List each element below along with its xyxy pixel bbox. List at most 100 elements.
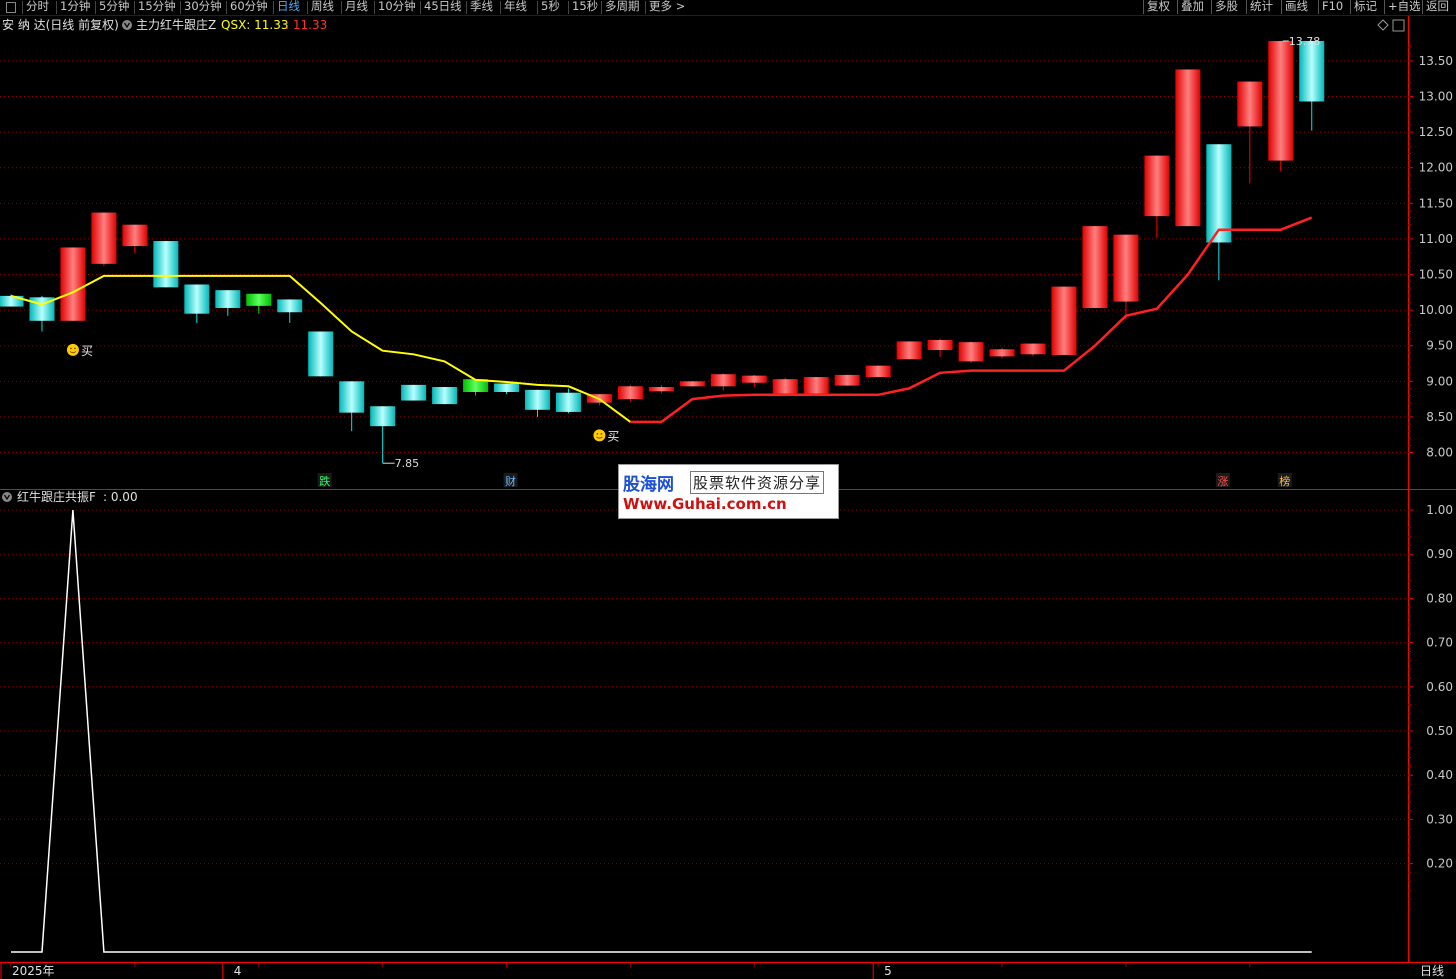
- candle-body: [524, 389, 550, 410]
- candle-21: [648, 384, 674, 394]
- event-marker: 榜: [1279, 474, 1290, 488]
- smiley-eye: [600, 432, 603, 435]
- candle-4: [122, 224, 148, 254]
- candle-39: [1206, 144, 1232, 281]
- smiley-icon: [593, 429, 606, 442]
- candle-35: [1082, 226, 1108, 308]
- sub-indicator-value: : 0.00: [103, 490, 138, 504]
- candle-body: [741, 375, 767, 383]
- candle-body: [122, 224, 148, 247]
- candle-37: [1144, 155, 1170, 238]
- candle-body: [1113, 234, 1139, 302]
- candle-body: [989, 349, 1015, 357]
- candle-32: [989, 347, 1015, 359]
- x-axis-label: 5: [884, 964, 892, 978]
- main-y-tick-label: 13.00: [1419, 90, 1453, 104]
- candle-7: [215, 290, 241, 316]
- candle-22: [679, 381, 705, 387]
- smiley-eye: [596, 432, 599, 435]
- candle-17: [524, 389, 550, 417]
- candle-40: [1237, 81, 1263, 184]
- indicator-qsx-value-red: : 11.33: [285, 18, 327, 32]
- indicator-name: 主力红牛跟庄Z: [136, 17, 216, 32]
- candle-41: [1268, 40, 1294, 172]
- candle-3: [91, 212, 117, 266]
- candle-body: [710, 374, 736, 387]
- watermark-logo-text: 股海网: [623, 475, 674, 495]
- sub-y-tick-label: 0.70: [1426, 636, 1453, 650]
- smiley-icon: [66, 343, 79, 356]
- main-y-tick-label: 8.00: [1426, 446, 1453, 460]
- candle-28: [865, 365, 891, 378]
- candle-42: [1299, 40, 1325, 131]
- main-y-tick-label: 12.00: [1419, 161, 1453, 175]
- candle-body: [1299, 40, 1325, 102]
- candle-body: [1082, 226, 1108, 308]
- stock-title: 安 纳 达(日线 前复权): [2, 17, 119, 32]
- candle-14: [432, 387, 458, 405]
- candle-body: [215, 290, 241, 308]
- candle-body: [1020, 343, 1046, 355]
- candle-body: [432, 387, 458, 405]
- candle-15: [463, 379, 489, 396]
- candle-11: [339, 381, 365, 432]
- main-y-tick-label: 12.50: [1419, 125, 1453, 139]
- candle-10: [308, 331, 334, 377]
- candle-18: [555, 388, 581, 414]
- candle-body: [865, 365, 891, 378]
- candle-27: [834, 374, 860, 386]
- candle-body: [927, 340, 953, 350]
- candle-34: [1051, 286, 1077, 355]
- candle-body: [648, 387, 674, 392]
- candle-body: [1206, 144, 1232, 243]
- sub-y-tick-label: 0.90: [1426, 547, 1453, 561]
- candle-13: [401, 384, 427, 401]
- candle-body: [958, 342, 984, 362]
- main-y-tick-label: 9.00: [1426, 374, 1453, 388]
- event-marker: 涨: [1217, 475, 1228, 488]
- candle-body: [339, 381, 365, 413]
- smiley-eye: [74, 347, 76, 350]
- main-y-tick-label: 10.00: [1419, 303, 1453, 317]
- candle-33: [1020, 343, 1046, 357]
- sub-y-tick-label: 0.60: [1426, 680, 1453, 694]
- watermark-url: Www.Guhai.com.cn: [623, 495, 787, 513]
- candle-12: [370, 406, 396, 464]
- main-y-tick-label: 11.00: [1419, 232, 1453, 246]
- maximize-icon: [1392, 19, 1405, 32]
- smiley-eye: [70, 347, 72, 350]
- sub-y-tick-label: 0.40: [1426, 768, 1453, 782]
- candle-9: [277, 299, 303, 323]
- candle-38: [1175, 69, 1201, 227]
- x-axis-label: 2025年: [12, 964, 55, 978]
- candle-25: [772, 377, 798, 396]
- max-price-label: 13.78: [1289, 35, 1321, 48]
- candle-body: [896, 341, 922, 360]
- main-y-tick-label: 8.50: [1426, 410, 1453, 424]
- candle-body: [679, 381, 705, 387]
- sub-y-tick-label: 0.80: [1426, 591, 1453, 605]
- buy-signal-label: 买: [81, 344, 93, 358]
- watermark-tagline: 股票软件资源分享: [690, 471, 825, 494]
- buy-signal-label: 买: [607, 429, 619, 443]
- qsx-line-red: [630, 216, 1313, 424]
- min-price-label: 7.85: [395, 457, 420, 470]
- sub-indicator-dropdown-icon: [2, 492, 12, 502]
- candle-8: [246, 293, 272, 314]
- candle-29: [896, 341, 922, 360]
- sub-y-tick-label: 0.30: [1426, 812, 1453, 826]
- candle-31: [958, 341, 984, 363]
- candle-body: [555, 392, 581, 412]
- main-y-tick-label: 9.50: [1426, 339, 1453, 353]
- x-axis-label: 4: [234, 964, 242, 978]
- candle-body: [277, 299, 303, 313]
- candle-body: [246, 293, 272, 306]
- candle-body: [772, 379, 798, 394]
- candle-body: [401, 384, 427, 401]
- candle-body: [1051, 286, 1077, 355]
- indicator-dropdown-icon: [122, 20, 132, 30]
- candle-body: [494, 383, 520, 392]
- sub-indicator-name: 红牛跟庄共振F: [17, 489, 96, 504]
- watermark: 股海网 股票软件资源分享 Www.Guhai.com.cn: [618, 464, 839, 519]
- candle-body: [803, 377, 829, 394]
